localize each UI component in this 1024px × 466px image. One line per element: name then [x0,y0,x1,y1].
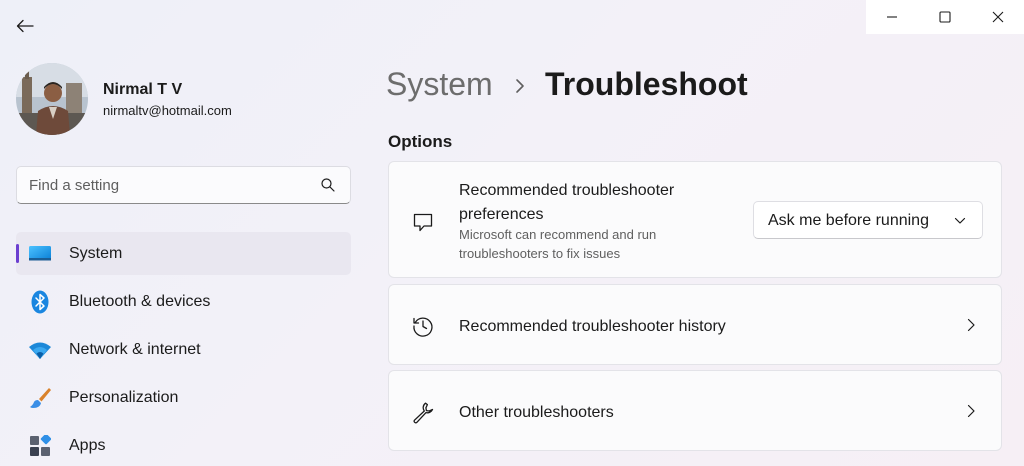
sidebar-item-label: Network & internet [69,341,201,358]
troubleshooter-preference-dropdown[interactable]: Ask me before running [753,201,983,239]
card-title: Recommended troubleshooter [459,182,675,199]
wifi-icon [28,338,52,362]
apps-icon [28,434,52,458]
troubleshooter-preferences-card: Recommended troubleshooter preferences M… [388,161,1002,278]
sidebar-item-label: System [69,245,123,262]
window-controls [866,0,1024,34]
section-title: Options [388,132,453,151]
card-title: Recommended troubleshooter history [459,318,726,335]
avatar-photo [16,63,88,135]
bluetooth-icon [28,290,52,314]
history-icon [410,313,436,339]
search-box[interactable] [16,166,351,204]
chevron-down-icon [954,217,966,224]
breadcrumb-parent[interactable]: System [386,66,493,103]
other-troubleshooters-card[interactable]: Other troubleshooters [388,370,1002,451]
card-title: Other troubleshooters [459,404,614,421]
user-email: nirmaltv@hotmail.com [103,103,232,118]
search-icon[interactable] [320,177,336,193]
sidebar-item-network[interactable]: Network & internet [16,328,351,371]
arrow-left-icon [16,19,34,33]
sidebar-item-label: Apps [69,437,106,454]
troubleshooter-history-card[interactable]: Recommended troubleshooter history [388,284,1002,365]
dropdown-value: Ask me before running [768,212,929,229]
search-input[interactable] [29,167,309,203]
maximize-button[interactable] [919,0,972,34]
card-description-line2: troubleshooters to fix issues [459,246,621,261]
monitor-icon [28,242,52,266]
chevron-right-icon [516,79,524,93]
page-title: Troubleshoot [545,66,748,102]
avatar[interactable] [16,63,88,135]
chevron-right-icon [967,404,975,418]
back-button[interactable] [10,12,40,40]
paintbrush-icon [28,386,52,410]
sidebar-item-apps[interactable]: Apps [16,424,351,466]
minimize-icon [887,16,898,18]
close-icon [992,11,1004,23]
wrench-icon [410,399,436,425]
sidebar-item-system[interactable]: System [16,232,351,275]
selected-indicator [16,244,19,263]
maximize-icon [939,11,951,23]
chevron-right-icon [967,318,975,332]
sidebar-item-label: Personalization [69,389,179,406]
card-title-line2: preferences [459,206,544,223]
chat-bubble-icon [410,209,436,235]
card-description: Microsoft can recommend and run [459,227,657,242]
sidebar-item-bluetooth[interactable]: Bluetooth & devices [16,280,351,323]
sidebar-item-label: Bluetooth & devices [69,293,211,310]
sidebar-item-personalization[interactable]: Personalization [16,376,351,419]
close-button[interactable] [971,0,1024,34]
minimize-button[interactable] [866,0,919,34]
user-name: Nirmal T V [103,81,183,98]
